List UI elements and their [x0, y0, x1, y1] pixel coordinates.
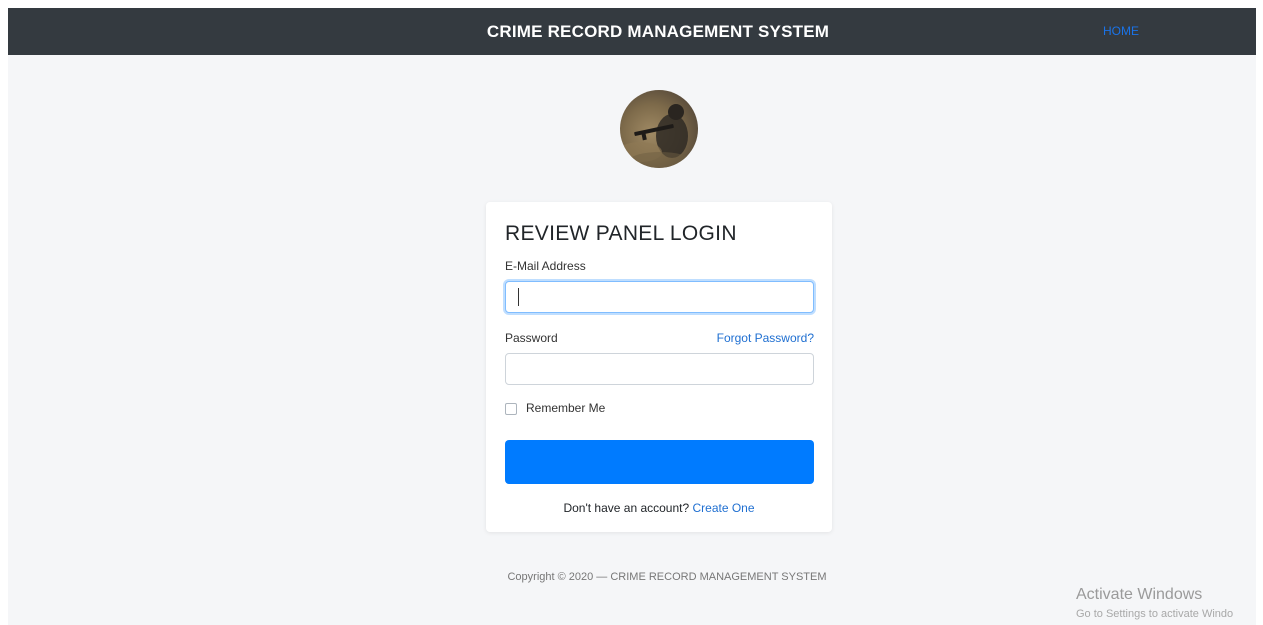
soldier-image [620, 104, 690, 168]
avatar [620, 90, 698, 168]
signup-prompt-text: Don't have an account? [563, 501, 690, 515]
navbar: CRIME RECORD MANAGEMENT SYSTEM HOME [8, 8, 1256, 55]
email-field[interactable] [505, 281, 814, 313]
signup-prompt: Don't have an account? Create One [486, 501, 832, 515]
password-label: Password [505, 331, 558, 345]
password-field[interactable] [505, 353, 814, 385]
email-label: E-Mail Address [505, 259, 586, 273]
navbar-brand[interactable]: CRIME RECORD MANAGEMENT SYSTEM [8, 8, 1263, 55]
remember-me-label[interactable]: Remember Me [526, 401, 605, 415]
nav-home-link[interactable]: HOME [1103, 8, 1139, 55]
activate-windows-title: Activate Windows [1076, 586, 1203, 603]
login-card: REVIEW PANEL LOGIN E-Mail Address Passwo… [486, 202, 832, 532]
activate-windows-subtitle: Go to Settings to activate Windo [1076, 608, 1234, 620]
text-caret [518, 288, 519, 306]
remember-me-checkbox[interactable] [505, 403, 517, 415]
navbar-brand-container: CRIME RECORD MANAGEMENT SYSTEM [8, 8, 1256, 55]
login-title: REVIEW PANEL LOGIN [505, 222, 737, 245]
footer-copyright: Copyright © 2020 — CRIME RECORD MANAGEME… [507, 571, 827, 583]
create-account-link[interactable]: Create One [693, 501, 755, 515]
forgot-password-link[interactable]: Forgot Password? [717, 331, 814, 345]
page: CRIME RECORD MANAGEMENT SYSTEM HOME REVI… [8, 8, 1256, 625]
login-button[interactable] [505, 440, 814, 484]
